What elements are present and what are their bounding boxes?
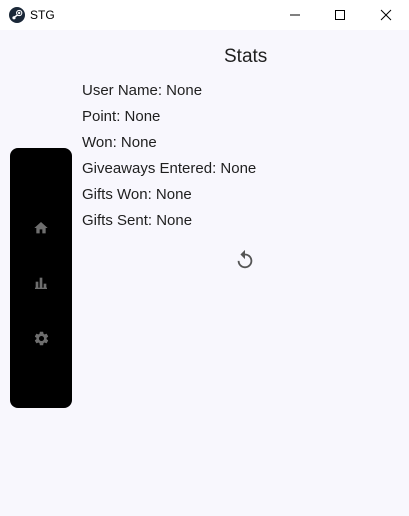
refresh-button[interactable] bbox=[233, 248, 257, 272]
stat-gifts-sent: Gifts Sent: None bbox=[82, 212, 193, 229]
home-icon bbox=[34, 222, 48, 234]
close-icon bbox=[380, 9, 392, 21]
window-title: STG bbox=[30, 8, 55, 22]
app-window: STG Stats User Name: None Point: None Wo… bbox=[0, 0, 409, 516]
stat-point: Point: None bbox=[82, 108, 161, 125]
maximize-icon bbox=[335, 10, 345, 20]
stat-won: Won: None bbox=[82, 134, 157, 151]
title-bar[interactable]: STG bbox=[0, 0, 409, 30]
page-title: Stats bbox=[224, 46, 268, 67]
steam-logo-icon bbox=[9, 7, 25, 23]
stat-giveaways-entered: Giveaways Entered: None bbox=[82, 160, 257, 177]
nav-settings-button[interactable] bbox=[31, 328, 51, 348]
close-button[interactable] bbox=[363, 0, 409, 30]
minimize-button[interactable] bbox=[272, 0, 318, 30]
bar-chart-icon bbox=[35, 277, 47, 289]
refresh-icon bbox=[237, 249, 253, 269]
stat-user-name: User Name: None bbox=[82, 82, 203, 99]
nav-stats-button[interactable] bbox=[31, 273, 51, 293]
stats-list: User Name: None Point: None Won: None Gi… bbox=[82, 82, 256, 238]
stat-gifts-won: Gifts Won: None bbox=[82, 186, 192, 203]
minimize-icon bbox=[290, 14, 300, 16]
navigation-rail bbox=[10, 148, 72, 408]
maximize-button[interactable] bbox=[317, 0, 363, 30]
gear-icon bbox=[34, 331, 48, 345]
nav-home-button[interactable] bbox=[31, 218, 51, 238]
